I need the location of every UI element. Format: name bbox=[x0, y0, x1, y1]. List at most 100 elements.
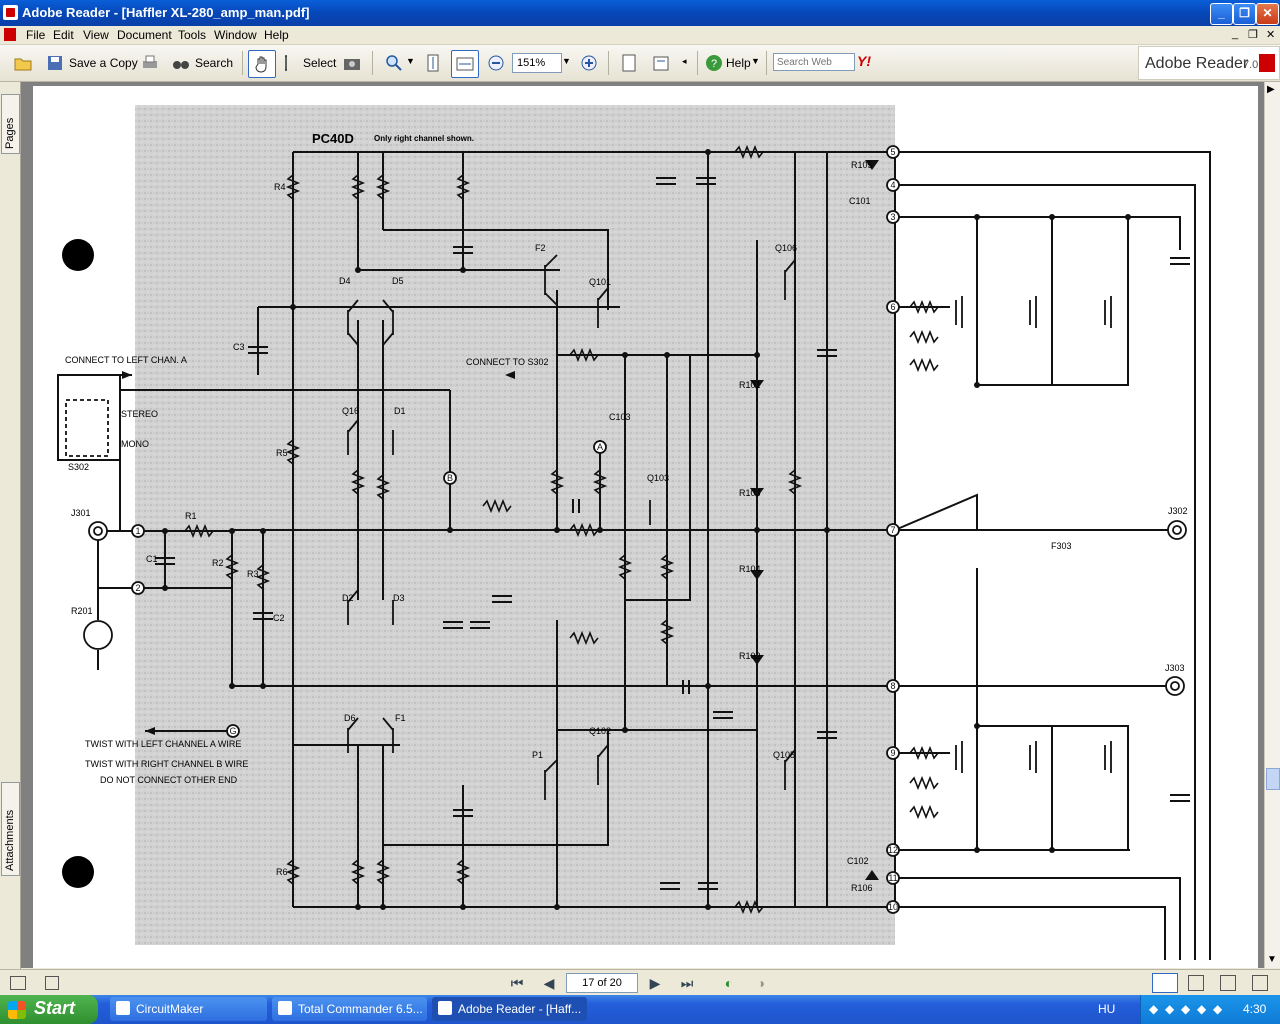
facing-view-icon[interactable] bbox=[1220, 975, 1236, 991]
label-q13: Q103 bbox=[647, 473, 670, 483]
rotate-view-icon[interactable] bbox=[652, 54, 670, 72]
next-page-icon[interactable]: ▶ bbox=[646, 974, 664, 992]
punch-hole bbox=[62, 239, 94, 271]
go-back-icon[interactable]: ◐ bbox=[720, 974, 738, 992]
task-label: CircuitMaker bbox=[136, 1002, 204, 1016]
label-q6: D5 bbox=[392, 276, 404, 286]
panel-toggle-icon[interactable] bbox=[10, 976, 26, 990]
tab-pages[interactable]: Pages bbox=[1, 94, 20, 154]
toolbar-separator bbox=[766, 51, 767, 75]
help-dropdown-icon[interactable]: ▼ bbox=[751, 56, 760, 66]
antivirus-icon[interactable]: ◆ bbox=[1213, 1002, 1222, 1016]
close-button[interactable]: ✕ bbox=[1256, 3, 1279, 25]
go-forward-icon[interactable]: ◑ bbox=[752, 974, 770, 992]
continuous-facing-icon[interactable] bbox=[1252, 975, 1268, 991]
print-icon[interactable] bbox=[141, 54, 159, 72]
zoom-in-plus-icon[interactable] bbox=[580, 54, 598, 72]
menu-help[interactable]: Help bbox=[264, 28, 289, 42]
pdf-page[interactable]: 5 4 3 6 7 8 9 12 11 10 12GBA PC40D Only right cha… bbox=[33, 86, 1258, 968]
more-tools-icon[interactable]: ◂ bbox=[682, 56, 687, 67]
scroll-up-icon[interactable]: ▶ bbox=[1267, 84, 1275, 95]
single-page-view-button[interactable] bbox=[1152, 973, 1178, 993]
network-icon[interactable]: ◆ bbox=[1149, 1002, 1158, 1016]
adobe-logo-icon bbox=[1259, 54, 1275, 72]
select-text-icon[interactable] bbox=[280, 54, 298, 72]
page-thumbnail-icon[interactable] bbox=[45, 976, 59, 990]
zoom-level-input[interactable]: 151% bbox=[512, 53, 562, 73]
language-indicator[interactable]: HU bbox=[1098, 1002, 1115, 1016]
menu-window[interactable]: Window bbox=[214, 28, 257, 42]
open-folder-icon[interactable] bbox=[14, 54, 32, 72]
task-adobe-reader[interactable]: Adobe Reader - [Haff... bbox=[432, 997, 587, 1021]
start-label: Start bbox=[34, 998, 76, 1018]
svg-text:7: 7 bbox=[890, 525, 895, 535]
svg-text:5: 5 bbox=[890, 147, 895, 157]
menu-document[interactable]: Document bbox=[117, 28, 172, 42]
label-s302: S302 bbox=[68, 462, 90, 472]
doc-restore-icon[interactable]: ❐ bbox=[1248, 28, 1258, 41]
previous-page-icon[interactable]: ◀ bbox=[540, 974, 558, 992]
fit-width-button[interactable] bbox=[451, 50, 479, 78]
tab-attachments[interactable]: Attachments bbox=[1, 782, 20, 876]
clock[interactable]: 4:30 bbox=[1243, 1002, 1266, 1016]
adobe-reader-task-icon bbox=[438, 1001, 452, 1015]
svg-text:6: 6 bbox=[890, 302, 895, 312]
label-f303: F303 bbox=[1051, 541, 1072, 551]
bluetooth-icon[interactable]: ◆ bbox=[1197, 1002, 1206, 1016]
zoom-out-icon[interactable] bbox=[487, 54, 505, 72]
label-c2: C2 bbox=[273, 613, 285, 623]
schematic-drawing: 5436789121110 12GBA bbox=[57, 105, 1211, 960]
fit-height-icon[interactable] bbox=[424, 54, 442, 72]
menu-edit[interactable]: Edit bbox=[53, 28, 74, 42]
single-page-icon[interactable] bbox=[620, 54, 638, 72]
yahoo-icon[interactable]: Y! bbox=[857, 53, 871, 69]
minimize-button[interactable]: _ bbox=[1210, 3, 1233, 25]
label-q5: D4 bbox=[339, 276, 351, 286]
task-circuitmaker[interactable]: CircuitMaker bbox=[110, 997, 267, 1021]
zoom-level-dropdown-icon[interactable]: ▼ bbox=[562, 56, 571, 66]
document-icon[interactable] bbox=[4, 28, 16, 41]
toolbar-separator bbox=[608, 51, 609, 75]
label-q16: Q106 bbox=[775, 243, 798, 253]
title-bar: Adobe Reader - [Haffler XL-280_amp_man.p… bbox=[0, 0, 1280, 26]
volume-icon[interactable]: ◆ bbox=[1181, 1002, 1190, 1016]
shield-icon[interactable]: ◆ bbox=[1165, 1002, 1174, 1016]
scroll-down-icon[interactable]: ▼ bbox=[1267, 954, 1277, 965]
doc-minimize-icon[interactable]: _ bbox=[1232, 28, 1238, 40]
last-page-icon[interactable]: ⏭ bbox=[678, 974, 696, 992]
start-button[interactable]: Start bbox=[0, 995, 98, 1024]
hand-tool-button[interactable] bbox=[248, 50, 276, 78]
save-copy-button[interactable]: Save a Copy bbox=[69, 52, 138, 74]
binoculars-icon[interactable] bbox=[172, 54, 190, 72]
label-r5: R5 bbox=[276, 448, 288, 458]
circuitmaker-icon bbox=[116, 1001, 130, 1015]
svg-text:1: 1 bbox=[135, 526, 140, 536]
help-icon[interactable]: ? bbox=[705, 54, 723, 72]
menu-file[interactable]: File bbox=[26, 28, 45, 42]
label-d5: R105 bbox=[851, 160, 873, 170]
menu-tools[interactable]: Tools bbox=[178, 28, 206, 42]
svg-text:12: 12 bbox=[888, 845, 898, 855]
doc-close-icon[interactable]: ✕ bbox=[1266, 28, 1275, 41]
vertical-scrollbar[interactable]: ▶ ▼ bbox=[1264, 82, 1280, 968]
label-q9: F2 bbox=[535, 243, 546, 253]
first-page-icon[interactable]: ⏮ bbox=[508, 974, 526, 992]
help-button[interactable]: Help bbox=[726, 52, 751, 74]
scroll-thumb[interactable] bbox=[1266, 768, 1280, 790]
save-icon[interactable] bbox=[46, 54, 64, 72]
search-button[interactable]: Search bbox=[195, 52, 233, 74]
select-button[interactable]: Select bbox=[303, 52, 336, 74]
zoom-dropdown-icon[interactable]: ▼ bbox=[406, 56, 415, 66]
label-r1: R1 bbox=[185, 511, 197, 521]
page-number-input[interactable]: 17 of 20 bbox=[566, 973, 638, 993]
navigation-pane: Pages Attachments bbox=[0, 82, 21, 970]
note-stereo: STEREO bbox=[121, 409, 159, 419]
search-web-input[interactable] bbox=[773, 53, 855, 71]
continuous-view-icon[interactable] bbox=[1188, 975, 1204, 991]
snapshot-icon[interactable] bbox=[343, 54, 361, 72]
label-j303: J303 bbox=[1165, 663, 1185, 673]
task-total-commander[interactable]: Total Commander 6.5... bbox=[272, 997, 427, 1021]
maximize-button[interactable]: ❐ bbox=[1233, 3, 1256, 25]
zoom-in-icon[interactable] bbox=[385, 54, 403, 72]
menu-view[interactable]: View bbox=[83, 28, 109, 42]
